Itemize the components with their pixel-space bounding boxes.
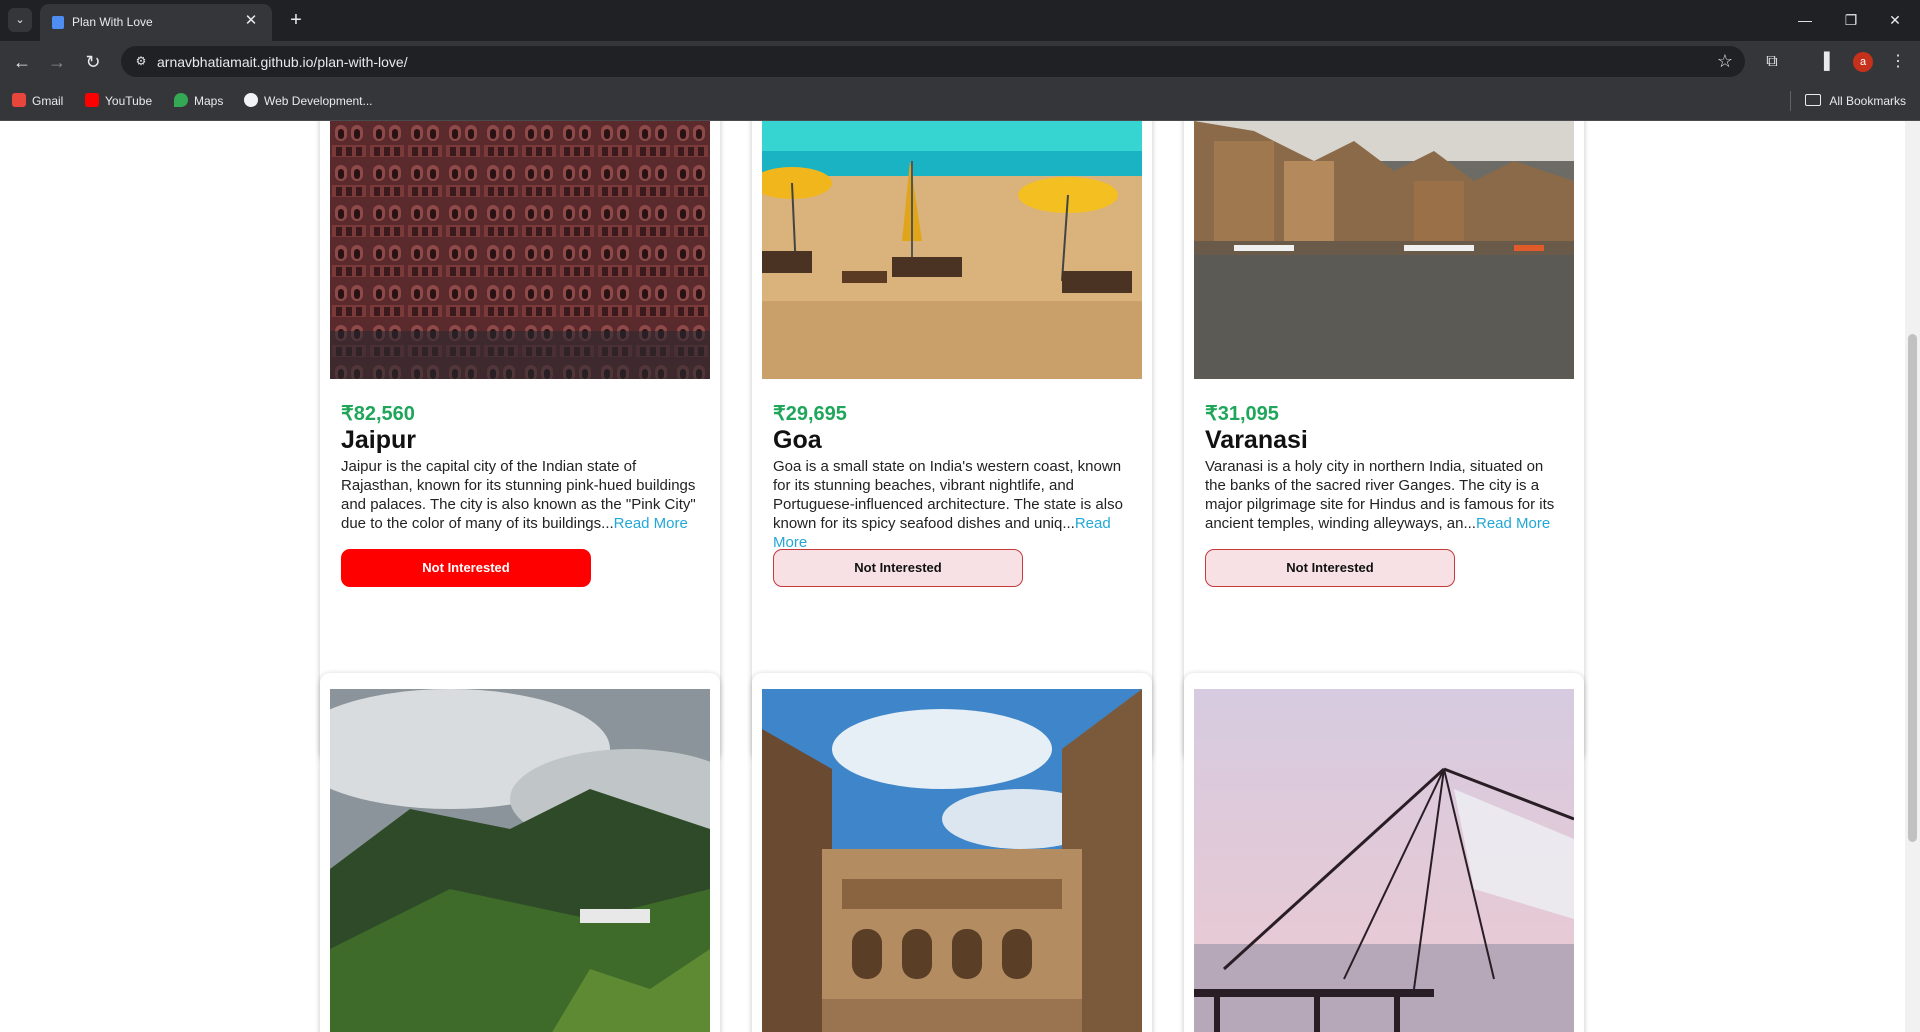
folder-icon bbox=[1805, 94, 1822, 106]
url-text[interactable]: arnavbhatiamait.github.io/plan-with-love… bbox=[157, 54, 408, 70]
reload-icon[interactable]: ↻ bbox=[80, 49, 106, 75]
browser-chrome: ⌄ Plan With Love ✕ + — ❐ ✕ ← → ↻ ⚙ arnav… bbox=[0, 0, 1920, 121]
read-more-link[interactable]: Read More bbox=[614, 515, 688, 532]
not-interested-button[interactable]: Not Interested bbox=[773, 549, 1023, 587]
bookmark-web-development[interactable]: Web Development... bbox=[244, 93, 373, 109]
tour-price: ₹31,095 bbox=[1205, 403, 1279, 425]
tour-card-fort bbox=[752, 673, 1152, 1032]
tour-image-goa bbox=[762, 121, 1142, 379]
tour-price: ₹82,560 bbox=[341, 403, 415, 425]
tour-image-hill-station bbox=[330, 689, 710, 1032]
tour-name: Varanasi bbox=[1205, 426, 1308, 454]
browser-toolbar: ← → ↻ ⚙ arnavbhatiamait.github.io/plan-w… bbox=[0, 41, 1920, 81]
profile-avatar[interactable]: a bbox=[1853, 52, 1873, 72]
forward-arrow-icon[interactable]: → bbox=[44, 49, 70, 75]
bookmark-star-icon[interactable]: ☆ bbox=[1717, 51, 1733, 71]
close-window-icon[interactable]: ✕ bbox=[1880, 8, 1910, 32]
tour-description: Varanasi is a holy city in northern Indi… bbox=[1205, 457, 1565, 533]
back-arrow-icon[interactable]: ← bbox=[9, 49, 35, 75]
close-tab-icon[interactable]: ✕ bbox=[242, 12, 260, 30]
scrollbar-thumb[interactable] bbox=[1908, 334, 1917, 842]
all-bookmarks-button[interactable]: All Bookmarks bbox=[1805, 93, 1906, 109]
tour-name: Goa bbox=[773, 426, 822, 454]
restore-icon[interactable]: ❐ bbox=[1836, 8, 1866, 32]
tour-image-varanasi bbox=[1194, 121, 1574, 379]
tour-description: Jaipur is the capital city of the Indian… bbox=[341, 457, 701, 533]
tab-strip: ⌄ Plan With Love ✕ + — ❐ ✕ bbox=[0, 0, 1920, 41]
page-viewport: ₹82,560 Jaipur Jaipur is the capital cit… bbox=[0, 121, 1920, 1032]
tour-card-hill-station bbox=[320, 673, 720, 1032]
minimize-icon[interactable]: — bbox=[1790, 8, 1820, 32]
page-scrollbar[interactable] bbox=[1905, 121, 1920, 1032]
tour-image-fort bbox=[762, 689, 1142, 1032]
tour-image-jaipur bbox=[330, 121, 710, 379]
bookmarks-separator bbox=[1790, 91, 1791, 111]
bookmark-maps[interactable]: Maps bbox=[174, 93, 223, 109]
not-interested-button[interactable]: Not Interested bbox=[341, 549, 591, 587]
tour-card-kochi bbox=[1184, 673, 1584, 1032]
tour-name: Jaipur bbox=[341, 426, 417, 454]
maps-pin-icon bbox=[174, 93, 188, 107]
site-info-icon[interactable]: ⚙ bbox=[133, 53, 149, 69]
menu-kebab-icon[interactable]: ⋮ bbox=[1886, 50, 1910, 74]
youtube-icon bbox=[85, 93, 99, 107]
tour-price: ₹29,695 bbox=[773, 403, 847, 425]
bookmark-youtube[interactable]: YouTube bbox=[85, 93, 152, 109]
tour-card-varanasi: ₹31,095 Varanasi Varanasi is a holy city… bbox=[1184, 121, 1584, 761]
read-more-link[interactable]: Read More bbox=[1476, 515, 1550, 532]
gmail-icon bbox=[12, 93, 26, 107]
tab-plan-with-love[interactable]: Plan With Love ✕ bbox=[40, 4, 272, 41]
address-bar[interactable]: ⚙ arnavbhatiamait.github.io/plan-with-lo… bbox=[121, 46, 1745, 77]
tour-description-text: Goa is a small state on India's western … bbox=[773, 458, 1123, 532]
not-interested-button[interactable]: Not Interested bbox=[1205, 549, 1455, 587]
tour-description: Goa is a small state on India's western … bbox=[773, 457, 1133, 552]
page-favicon-icon bbox=[52, 16, 64, 29]
extensions-puzzle-icon[interactable]: ⧉ bbox=[1760, 50, 1784, 74]
web-development-icon bbox=[244, 93, 258, 107]
tour-image-kochi bbox=[1194, 689, 1574, 1032]
tab-title: Plan With Love bbox=[72, 15, 153, 29]
bookmarks-bar: Gmail YouTube Maps Web Development... Al… bbox=[0, 81, 1920, 121]
side-panel-icon[interactable]: ▐ bbox=[1812, 50, 1836, 74]
new-tab-plus-icon[interactable]: + bbox=[283, 7, 309, 33]
tour-card-goa: ₹29,695 Goa Goa is a small state on Indi… bbox=[752, 121, 1152, 761]
tab-search-chevron-icon[interactable]: ⌄ bbox=[8, 8, 32, 32]
tour-card-jaipur: ₹82,560 Jaipur Jaipur is the capital cit… bbox=[320, 121, 720, 761]
bookmark-gmail[interactable]: Gmail bbox=[12, 93, 63, 109]
